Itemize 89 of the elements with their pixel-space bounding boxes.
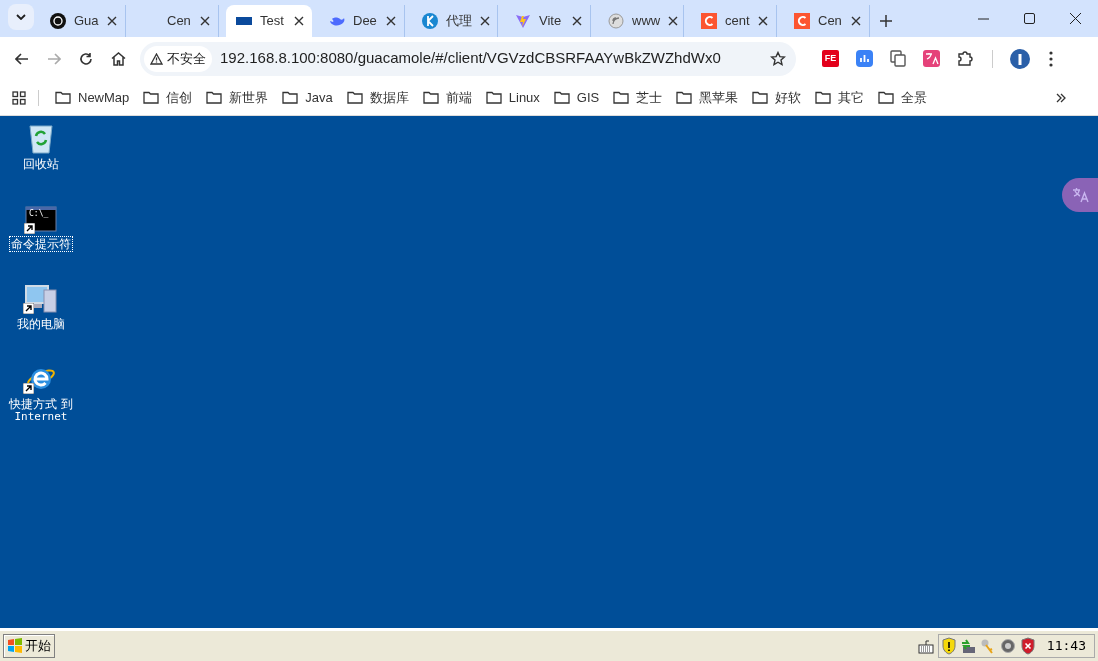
close-tab-icon[interactable] xyxy=(480,16,490,26)
keyboard-icon[interactable] xyxy=(917,638,934,654)
bookmark-folder[interactable]: 黑苹果 xyxy=(670,84,745,111)
bookmark-folder[interactable]: 前端 xyxy=(416,84,478,111)
desktop-shortcut[interactable]: C:\_ 命令提示符 xyxy=(0,198,82,252)
folder-icon xyxy=(815,91,832,104)
security-chip[interactable]: 不安全 xyxy=(144,45,212,72)
folder-icon xyxy=(346,91,363,104)
chevron-down-icon xyxy=(16,13,26,20)
desktop-shortcut[interactable]: 回收站 xyxy=(0,118,82,172)
bookmark-folder[interactable]: NewMap xyxy=(49,84,136,111)
terminal-icon xyxy=(25,206,57,234)
shortcut-label: 回收站 xyxy=(23,157,59,171)
bookmark-folder[interactable]: GIS xyxy=(547,84,606,111)
tab-favicon-icon xyxy=(515,13,531,29)
shield-warning-icon[interactable] xyxy=(940,637,957,655)
bookmark-folder[interactable]: 信创 xyxy=(137,84,199,111)
tab-favicon-icon xyxy=(608,13,624,29)
bookmark-folder[interactable]: Linux xyxy=(479,84,546,111)
star-icon[interactable] xyxy=(770,50,786,67)
plus-icon xyxy=(880,15,892,27)
close-tab-icon[interactable] xyxy=(758,16,768,26)
reload-icon xyxy=(79,51,93,66)
desktop-shortcut[interactable]: 快捷方式 到 Internet xyxy=(0,358,82,424)
start-button[interactable]: 开始 xyxy=(3,634,55,658)
not-secure-label: 不安全 xyxy=(167,49,206,68)
speaker-icon[interactable] xyxy=(999,637,1017,655)
profile-avatar-icon[interactable] xyxy=(1009,47,1031,70)
warning-icon xyxy=(150,52,163,65)
translate-icon[interactable] xyxy=(923,50,940,67)
shortcut-label: 快捷方式 到 xyxy=(9,397,73,411)
close-icon xyxy=(1069,13,1081,24)
double-chevron-icon[interactable] xyxy=(1056,92,1066,103)
folder-icon xyxy=(553,91,570,104)
close-tab-icon[interactable] xyxy=(386,16,396,26)
bookmark-folder[interactable]: 好软 xyxy=(746,84,808,111)
folder-icon xyxy=(282,91,299,104)
folder-icon xyxy=(878,91,895,104)
maximize-icon xyxy=(1023,13,1035,24)
bookmark-folder[interactable]: 芝士 xyxy=(607,84,669,111)
shortcut-label: 命令提示符 xyxy=(11,237,71,251)
apps-grid-icon[interactable] xyxy=(12,90,26,105)
computer-icon xyxy=(24,282,58,314)
close-tab-icon[interactable] xyxy=(107,16,117,26)
network-icon[interactable] xyxy=(959,637,977,655)
prompt-glyph: C:\_ xyxy=(29,210,49,218)
tab-list-button[interactable] xyxy=(8,3,34,30)
close-tab-icon[interactable] xyxy=(294,16,304,26)
shortcut-label: Internet xyxy=(14,411,68,423)
folder-icon xyxy=(206,91,223,104)
clock-time: 11:43 xyxy=(1046,637,1086,656)
folder-icon xyxy=(676,91,693,104)
close-tab-icon[interactable] xyxy=(851,16,861,26)
shield-error-icon[interactable] xyxy=(1019,637,1036,655)
folder-icon xyxy=(143,91,160,104)
folder-icon xyxy=(485,91,502,104)
bar-chart-icon[interactable] xyxy=(856,50,873,67)
translate-icon xyxy=(1071,187,1089,203)
folder-icon xyxy=(55,91,71,104)
home-icon xyxy=(110,51,126,66)
bookmark-folder[interactable]: 全景 xyxy=(872,84,934,111)
tab-favicon-icon xyxy=(701,13,717,29)
url-text: 192.168.8.100:8080/guacamole/#/client/VGVzdCBSRFAAYwBkZWZhdWx0 xyxy=(220,48,721,69)
tab-favicon-icon xyxy=(794,13,810,29)
translate-float-button[interactable] xyxy=(1062,178,1098,212)
menu-icon[interactable] xyxy=(1049,50,1053,67)
bookmark-folder[interactable]: 其它 xyxy=(809,84,871,111)
close-tab-icon[interactable] xyxy=(572,16,582,26)
minimize-icon xyxy=(977,17,989,20)
browser-tab[interactable]: Test xyxy=(226,5,312,37)
folder-icon xyxy=(422,91,439,104)
close-tab-icon[interactable] xyxy=(668,16,679,26)
desktop-shortcut[interactable]: 我的电脑 xyxy=(0,278,82,332)
bookmark-folder[interactable]: 新世界 xyxy=(200,84,275,111)
windows-logo-icon xyxy=(7,638,23,654)
copy-icon[interactable] xyxy=(890,50,906,67)
shortcut-label: 我的电脑 xyxy=(17,317,65,331)
tab-favicon-icon xyxy=(422,13,438,29)
folder-icon xyxy=(752,91,769,104)
extension-button[interactable]: FE xyxy=(822,50,839,67)
address-bar[interactable]: 不安全 192.168.8.100:8080/guacamole/#/client/VGVzdCBSRFAAYwBkZWZhdWx0 xyxy=(140,41,796,76)
tab-favicon-icon xyxy=(50,13,66,29)
puzzle-icon[interactable] xyxy=(957,50,974,67)
back-arrow-icon xyxy=(15,52,29,65)
close-tab-icon[interactable] xyxy=(200,16,210,26)
forward-arrow-icon xyxy=(47,52,61,65)
folder-icon xyxy=(613,91,630,104)
bookmark-folder[interactable]: 数据库 xyxy=(340,84,415,111)
bookmark-folder[interactable]: Java xyxy=(276,84,339,111)
